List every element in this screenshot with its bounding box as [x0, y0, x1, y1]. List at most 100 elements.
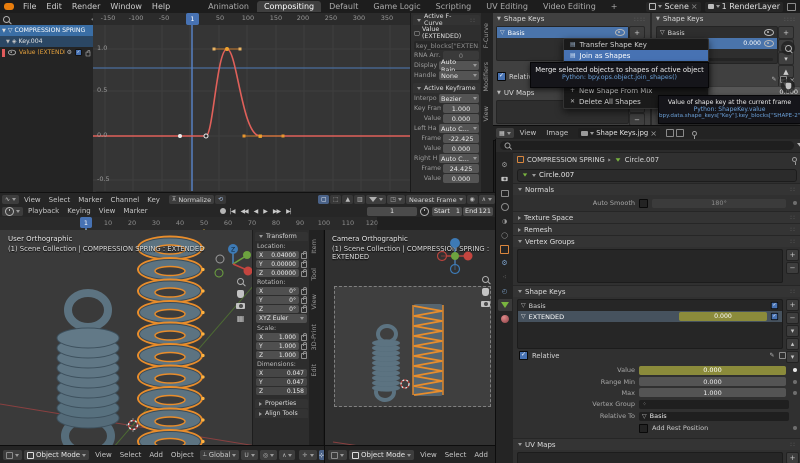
auto-smooth-checkbox[interactable]: [639, 198, 648, 208]
zoom-gizmo[interactable]: [781, 41, 795, 55]
falloff-dropdown[interactable]: ∧: [478, 195, 495, 204]
topbar-menu-item[interactable]: Window: [105, 2, 147, 11]
viewport-camera[interactable]: Camera Orthographic (1) Scene Collection…: [324, 230, 496, 445]
tab-particles[interactable]: ⁖: [498, 271, 512, 283]
left-handle-dropdown[interactable]: Auto C...: [439, 124, 479, 133]
sidebar-tab[interactable]: View: [481, 100, 493, 127]
filter-dropdown[interactable]: [366, 195, 387, 204]
image-image-menu[interactable]: Image: [542, 129, 572, 137]
graph-menu-item[interactable]: Key: [143, 196, 164, 204]
lock-icon[interactable]: [301, 333, 307, 341]
sidebar-tab[interactable]: Modifiers: [481, 56, 493, 98]
key-frame-field[interactable]: 1.000: [443, 104, 479, 113]
image-datablock[interactable]: Shape Keys.jpg ×: [578, 128, 660, 138]
panel-normals[interactable]: Normals::: [513, 183, 800, 195]
workspace-tab[interactable]: Video Editing: [536, 1, 603, 12]
current-frame-field[interactable]: 1: [367, 206, 418, 216]
animate-dot[interactable]: [793, 201, 797, 205]
n-panel-tab[interactable]: View: [309, 288, 323, 315]
normalize-toggle[interactable]: ⊼ Normalize: [168, 195, 215, 204]
play-reverse-button[interactable]: ◀: [252, 208, 260, 215]
panel-vertex-groups[interactable]: Vertex Groups::: [513, 235, 800, 247]
dimension-field-row[interactable]: X 0.047: [256, 369, 307, 377]
lock-icon[interactable]: [301, 305, 307, 313]
use-preview-range-icon[interactable]: [420, 206, 430, 216]
ref-list-item[interactable]: ▽ Basis: [657, 27, 777, 38]
viewport-menu-item[interactable]: Select: [441, 451, 471, 459]
scene-selector[interactable]: Scene ×: [646, 1, 701, 12]
animate-dot[interactable]: [793, 379, 797, 384]
shape-key-specials-button[interactable]: ▾: [786, 325, 799, 337]
graph-menu-item[interactable]: Select: [45, 196, 75, 204]
display-dropdown[interactable]: Auto Rain...: [439, 58, 479, 74]
graph-menu-item[interactable]: Marker: [74, 196, 106, 204]
channel-mute-checkbox[interactable]: [75, 49, 82, 56]
camera-view-gizmo[interactable]: [236, 303, 245, 309]
camera-view-gizmo[interactable]: [481, 301, 490, 307]
n-panel-tab[interactable]: Edit: [309, 358, 323, 383]
uv-map-list[interactable]: [517, 452, 783, 463]
workspace-tab[interactable]: Animation: [201, 1, 256, 12]
keyframe-dot[interactable]: [793, 368, 797, 372]
unlink-icon[interactable]: ×: [691, 2, 698, 11]
remove-vertex-group-button[interactable]: −: [786, 262, 799, 274]
mesh-datablock-field[interactable]: Circle.007: [517, 168, 797, 182]
snap-mode-dropdown[interactable]: Nearest Frame: [405, 195, 466, 204]
lock-icon[interactable]: [301, 269, 307, 277]
vertex-group-list[interactable]: [517, 249, 783, 283]
timeline-menu-item[interactable]: View: [95, 207, 120, 215]
grid-toggle-gizmo[interactable]: ▦: [237, 314, 245, 323]
shape-key-row-extended[interactable]: ▽ EXTENDED 0.000: [518, 311, 782, 322]
tab-object[interactable]: [498, 243, 512, 255]
lock-icon[interactable]: [301, 296, 307, 304]
channel-lock-icon[interactable]: [85, 49, 91, 56]
tab-object-data[interactable]: [497, 299, 512, 311]
channel-fcurve-row[interactable]: Value (EXTENDED) ⚙: [0, 47, 93, 58]
expand-icon[interactable]: ▼: [2, 28, 6, 34]
rotation-field-row[interactable]: Z 0°: [256, 305, 307, 313]
jump-end-button[interactable]: ▶|: [284, 208, 293, 215]
tab-modifiers[interactable]: ⚙: [498, 257, 512, 269]
breadcrumb-object[interactable]: COMPRESSION SPRING: [527, 156, 605, 164]
viewport-menu-item[interactable]: Object: [167, 451, 198, 459]
editor-type-dropdown[interactable]: [328, 450, 347, 460]
zoom-gizmo[interactable]: [482, 276, 489, 283]
scale-field-row[interactable]: X 1.000: [256, 333, 307, 341]
auto-smooth-angle-field[interactable]: 180°: [652, 198, 786, 208]
rotation-mode-dropdown[interactable]: XYZ Euler: [256, 314, 307, 323]
image-pack-icon[interactable]: [665, 129, 674, 137]
shape-key-value-slider[interactable]: 0.000: [679, 312, 767, 321]
pivot-dropdown[interactable]: ◳: [387, 195, 405, 204]
move-down-button[interactable]: ▾: [786, 351, 799, 363]
jump-start-button[interactable]: |◀: [228, 208, 237, 215]
mute-checkbox[interactable]: [770, 312, 779, 321]
vertex-group-field[interactable]: ⁘: [639, 399, 789, 409]
tweak-tool-button[interactable]: ▢: [318, 195, 330, 204]
panel-remesh[interactable]: Remesh::: [513, 223, 800, 235]
n-panel-tab[interactable]: Item: [309, 233, 323, 260]
viewport-menu-item[interactable]: Add: [470, 451, 492, 459]
n-panel-tab[interactable]: 3D-Print: [309, 318, 323, 356]
add-shapekey-button[interactable]: +: [778, 26, 794, 39]
workspace-tab[interactable]: Game Logic: [366, 1, 427, 12]
tab-material[interactable]: [498, 313, 512, 325]
panel-grip[interactable]: ::: [470, 17, 476, 24]
current-frame-indicator[interactable]: 1: [186, 13, 199, 25]
marker-sync-button[interactable]: ▲: [342, 195, 354, 204]
viewport-menu-item[interactable]: View: [416, 451, 441, 459]
image-view-menu[interactable]: View: [516, 129, 541, 137]
edit-shape-icon[interactable]: ✎: [770, 352, 775, 359]
breadcrumb-data[interactable]: Circle.007: [625, 156, 659, 164]
timeline-menu-item[interactable]: Keying: [63, 207, 95, 215]
select-box-button[interactable]: ⬚: [330, 195, 342, 204]
play-button[interactable]: ▶: [261, 208, 269, 215]
move-up-button[interactable]: ▴: [786, 338, 799, 350]
zoom-gizmo[interactable]: [237, 278, 244, 285]
tab-output[interactable]: [498, 187, 512, 199]
navigation-gizmo[interactable]: [437, 236, 473, 276]
workspace-tab[interactable]: UV Editing: [479, 1, 535, 12]
viewport-3d[interactable]: User Orthographic (1) Scene Collection |…: [0, 230, 323, 445]
right-value-field[interactable]: 0.000: [443, 174, 479, 183]
dimension-field-row[interactable]: Z 0.158: [256, 387, 307, 395]
eye-icon[interactable]: [764, 29, 774, 36]
